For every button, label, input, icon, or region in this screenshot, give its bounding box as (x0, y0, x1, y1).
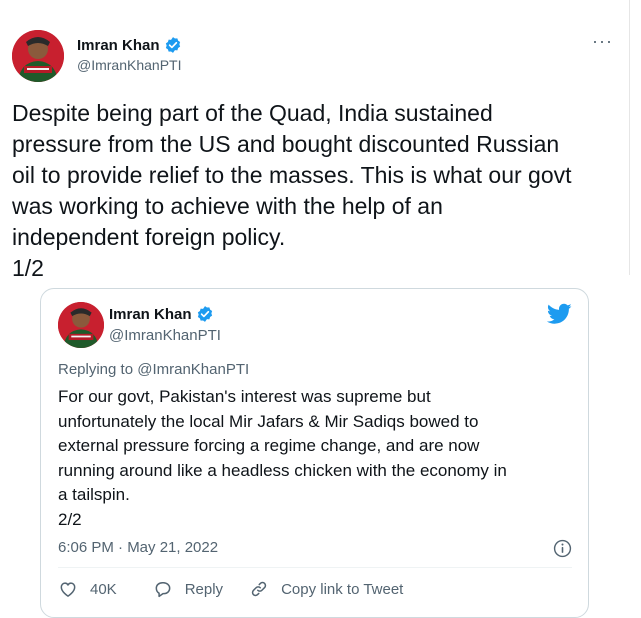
page-edge-rule (629, 0, 630, 275)
heart-icon (60, 582, 76, 597)
reply-bubble-icon (155, 582, 171, 598)
tweet-timestamp[interactable]: 6:06 PM · May 21, 2022 (58, 539, 218, 556)
author-handle[interactable]: @ImranKhanPTI (77, 57, 181, 73)
reply-button[interactable]: Reply (153, 579, 223, 599)
like-button[interactable]: 40K (58, 579, 117, 599)
verified-badge-icon (164, 36, 182, 54)
copy-link-label[interactable]: Copy link to Tweet (281, 581, 403, 598)
like-count[interactable]: 40K (90, 581, 117, 598)
more-options-icon[interactable]: ··· (592, 32, 613, 50)
tweet-actions-bar: 40K Reply Copy link to Tweet (58, 579, 403, 599)
twitter-bird-icon[interactable] (546, 303, 572, 325)
author-name-text[interactable]: Imran Khan (77, 37, 160, 54)
verified-badge-icon (196, 305, 214, 323)
quoted-author-name-text[interactable]: Imran Khan (109, 306, 192, 323)
link-icon (251, 581, 267, 597)
quoted-author-handle[interactable]: @ImranKhanPTI (109, 327, 221, 344)
action-divider (58, 567, 572, 568)
reply-label[interactable]: Reply (185, 581, 223, 598)
quoted-author-avatar[interactable] (58, 302, 104, 348)
author-avatar[interactable] (12, 30, 64, 82)
info-icon[interactable] (553, 539, 572, 558)
replying-to-label[interactable]: Replying to @ImranKhanPTI (58, 361, 249, 378)
quoted-author-name[interactable]: Imran Khan (109, 305, 214, 323)
author-name[interactable]: Imran Khan (77, 36, 182, 54)
quoted-tweet-text: For our govt, Pakistan's interest was su… (58, 387, 507, 529)
tweet-text: Despite being part of the Quad, India su… (12, 100, 572, 281)
tweet-embed: Imran Khan @ImranKhanPTI ··· Despite bei… (0, 0, 641, 618)
copy-link-button[interactable]: Copy link to Tweet (249, 579, 403, 599)
